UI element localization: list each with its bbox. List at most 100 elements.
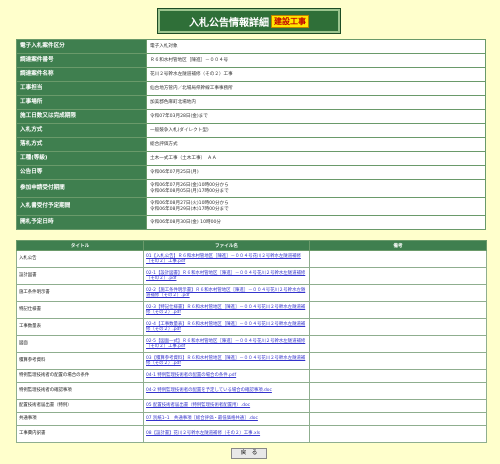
- document-title: 積算参考資料: [16, 352, 144, 370]
- page-title: 入札公告情報詳細 建設工事: [157, 8, 341, 34]
- page-title-category-badge: 建設工事: [271, 14, 309, 28]
- info-value-line: 令和07年03月28日(金)まで: [150, 113, 208, 119]
- info-row: 入札方式 一般競争入札(ダイレクト型): [16, 123, 486, 138]
- document-note: [309, 412, 487, 426]
- info-value: 仙台地方管内／北場局県幹線工事事務所: [146, 81, 486, 96]
- document-title: 入札公告: [16, 250, 144, 268]
- tender-info-table: 電子入札案件区分 電子入札対象 調達案件番号 Ｒ６和水村管地区［陳進］－００４号 調達案…: [16, 39, 486, 230]
- info-value-line: 令和06年08月30日(金) 10時00分: [150, 219, 222, 225]
- info-label: 工事場所: [16, 95, 147, 110]
- info-row: 公告日等 令和06年07月25日(月): [16, 165, 486, 180]
- document-note: [309, 284, 487, 302]
- info-label: 調達案件名称: [16, 67, 147, 82]
- document-file-link[interactable]: 04-1 特例監理技術者の配置の場合の条件.pdf: [146, 373, 236, 378]
- documents-header-file: ファイル名: [143, 240, 310, 251]
- info-label: 開札予定日時: [16, 215, 147, 230]
- document-title: 工事費内訳書: [16, 425, 144, 443]
- info-label: 入札書受付予定期間: [16, 197, 147, 216]
- document-title: 特例監理技術者の確認事項: [16, 382, 144, 400]
- document-row: 工事数量表 02-4【工事数量表】Ｒ６和水村管地区［陳進］－００４号花川２号幹水左…: [16, 318, 487, 336]
- page-title-banner: 入札公告情報詳細 建設工事: [157, 8, 341, 34]
- back-button[interactable]: 戻 る: [231, 448, 267, 459]
- info-value-line: 総合評価方式: [150, 141, 178, 147]
- info-value-line: 花川２号幹水左隧道補修（その２）工事: [150, 71, 233, 77]
- document-file-cell: 04-2 特例監理技術者の配置を予定している場合の確認事項.doc: [143, 382, 310, 400]
- document-title: 特例監理技術者の配置の場合の条件: [16, 369, 144, 383]
- document-file-cell: 02-3【特記仕様書】Ｒ６和水村管地区［陳進］－００４号花川２号幹水左隧道補修（…: [143, 301, 310, 319]
- document-file-link[interactable]: 05 配置技術者届出書（特例監理技術者配置用）.doc: [146, 403, 250, 408]
- info-value-line: 加美郡色麻町北場地内: [150, 99, 196, 105]
- info-value: 加美郡色麻町北場地内: [146, 95, 486, 110]
- document-file-link[interactable]: 02-1【設計図書】Ｒ６和水村管地区［陳進］－００４号花川２号幹水左隧道補修（そ…: [146, 271, 305, 281]
- info-row: 施工日数又は完成期限 令和07年03月28日(金)まで: [16, 109, 486, 124]
- info-label: 施工日数又は完成期限: [16, 109, 147, 124]
- info-row: 工事場所 加美郡色麻町北場地内: [16, 95, 486, 110]
- document-note: [309, 318, 487, 336]
- document-note: [309, 425, 487, 443]
- info-label: 電子入札案件区分: [16, 39, 147, 54]
- documents-header-row: タイトル ファイル名 備考: [16, 240, 487, 251]
- document-file-cell: 02-4【工事数量表】Ｒ６和水村管地区［陳進］－００４号花川２号幹水左隧道補修（…: [143, 318, 310, 336]
- document-file-link[interactable]: 02-4【工事数量表】Ｒ６和水村管地区［陳進］－００４号花川２号幹水左隧道補修（…: [146, 322, 305, 332]
- document-file-link[interactable]: 08【設計書】花川２号幹水左隧道補修（その２）工事.xls: [146, 431, 260, 436]
- document-row: 特記仕様書 02-3【特記仕様書】Ｒ６和水村管地区［陳進］－００４号花川２号幹水左…: [16, 301, 487, 319]
- info-row: 工事担当 仙台地方管内／北場局県幹線工事事務所: [16, 81, 486, 96]
- info-value: 令和06年07月25日(月): [146, 165, 486, 180]
- info-row: 参加申請受付期間 令和06年07月26日(金)10時00分から 令和06年08月05…: [16, 179, 486, 198]
- info-value-line: Ｒ６和水村管地区［陳進］－００４号: [150, 57, 229, 63]
- info-value: 令和06年07月26日(金)10時00分から 令和06年08月05日(月)17時0…: [146, 179, 486, 198]
- info-value: 総合評価方式: [146, 137, 486, 152]
- document-file-link[interactable]: 02-5【図面一式】Ｒ６和水村管地区［陳進］－００４号花川２号幹水左隧道補修（そ…: [146, 339, 305, 349]
- documents-header-title: タイトル: [16, 240, 144, 251]
- document-row: 設計図書 02-1【設計図書】Ｒ６和水村管地区［陳進］－００４号花川２号幹水左隧道…: [16, 267, 487, 285]
- document-note: [309, 250, 487, 268]
- document-note: [309, 399, 487, 413]
- page-title-main: 入札公告情報詳細: [189, 17, 269, 29]
- document-file-link[interactable]: 01【入札公告】Ｒ６和水村管地区［陳進］－００４号花川２号幹水左隧道補修（その２…: [146, 254, 301, 264]
- document-file-cell: 02-2【施工条件明示書】Ｒ６和水村管地区［陳進］－００４号花川２号幹水左隧道補…: [143, 284, 310, 302]
- document-title: 共通事項: [16, 412, 144, 426]
- info-row: 調達案件名称 花川２号幹水左隧道補修（その２）工事: [16, 67, 486, 82]
- document-file-link[interactable]: 04-2 特例監理技術者の配置を予定している場合の確認事項.doc: [146, 388, 272, 393]
- info-value: 令和06年08月30日(金) 10時00分: [146, 215, 486, 230]
- document-note: [309, 301, 487, 319]
- document-note: [309, 369, 487, 383]
- document-title: 工事数量表: [16, 318, 144, 336]
- info-label: 公告日等: [16, 165, 147, 180]
- info-value-line: 仙台地方管内／北場局県幹線工事事務所: [150, 85, 233, 91]
- document-row: 配置技術者届出書（特例） 05 配置技術者届出書（特例監理技術者配置用）.doc: [16, 399, 487, 413]
- info-value-line: 令和06年08月05日(月)17時00分まで: [150, 188, 229, 194]
- documents-header-note: 備考: [309, 240, 487, 251]
- info-label: 参加申請受付期間: [16, 179, 147, 198]
- info-label: 落札方式: [16, 137, 147, 152]
- document-title: 設計図書: [16, 267, 144, 285]
- info-value: 一般競争入札(ダイレクト型): [146, 123, 486, 138]
- document-note: [309, 382, 487, 400]
- document-title: 特記仕様書: [16, 301, 144, 319]
- info-value: 花川２号幹水左隧道補修（その２）工事: [146, 67, 486, 82]
- document-file-link[interactable]: 02-3【特記仕様書】Ｒ６和水村管地区［陳進］－００４号花川２号幹水左隧道補修（…: [146, 305, 305, 315]
- document-row: 入札公告 01【入札公告】Ｒ６和水村管地区［陳進］－００４号花川２号幹水左隧道補修…: [16, 250, 487, 268]
- info-row: 落札方式 総合評価方式: [16, 137, 486, 152]
- document-file-link[interactable]: 02-2【施工条件明示書】Ｒ６和水村管地区［陳進］－００４号花川２号幹水左隧道補…: [146, 288, 305, 298]
- info-label: 工種(等級): [16, 151, 147, 166]
- info-value: 令和07年03月28日(金)まで: [146, 109, 486, 124]
- document-file-cell: 07 別紙1ｰ1 共通事項［総合評価・最低価格共通］.doc: [143, 412, 310, 426]
- document-row: 特例監理技術者の配置の場合の条件 04-1 特例監理技術者の配置の場合の条件.pd…: [16, 369, 487, 383]
- documents-table: タイトル ファイル名 備考 入札公告 01【入札公告】Ｒ６和水村管地区［陳進］－０…: [16, 240, 487, 443]
- document-file-link[interactable]: 07 別紙1ｰ1 共通事項［総合評価・最低価格共通］.doc: [146, 416, 258, 421]
- document-title: 施工条件明示書: [16, 284, 144, 302]
- document-file-cell: 02-5【図面一式】Ｒ６和水村管地区［陳進］－００４号花川２号幹水左隧道補修（そ…: [143, 335, 310, 353]
- info-row: 調達案件番号 Ｒ６和水村管地区［陳進］－００４号: [16, 53, 486, 68]
- document-note: [309, 267, 487, 285]
- info-value: 土木一式工事（土木工事） ＡＡ: [146, 151, 486, 166]
- document-row: 共通事項 07 別紙1ｰ1 共通事項［総合評価・最低価格共通］.doc: [16, 412, 487, 426]
- document-file-link[interactable]: 03【積算参考資料】Ｒ６和水村管地区［陳進］－００４号花川２号幹水左隧道補修（そ…: [146, 356, 305, 366]
- document-file-cell: 05 配置技術者届出書（特例監理技術者配置用）.doc: [143, 399, 310, 413]
- info-value-line: 一般競争入札(ダイレクト型): [150, 127, 209, 133]
- info-row: 電子入札案件区分 電子入札対象: [16, 39, 486, 54]
- document-title: 図面: [16, 335, 144, 353]
- document-row: 積算参考資料 03【積算参考資料】Ｒ６和水村管地区［陳進］－００４号花川２号幹水左…: [16, 352, 487, 370]
- info-row: 開札予定日時 令和06年08月30日(金) 10時00分: [16, 215, 486, 230]
- document-file-cell: 02-1【設計図書】Ｒ６和水村管地区［陳進］－００４号花川２号幹水左隧道補修（そ…: [143, 267, 310, 285]
